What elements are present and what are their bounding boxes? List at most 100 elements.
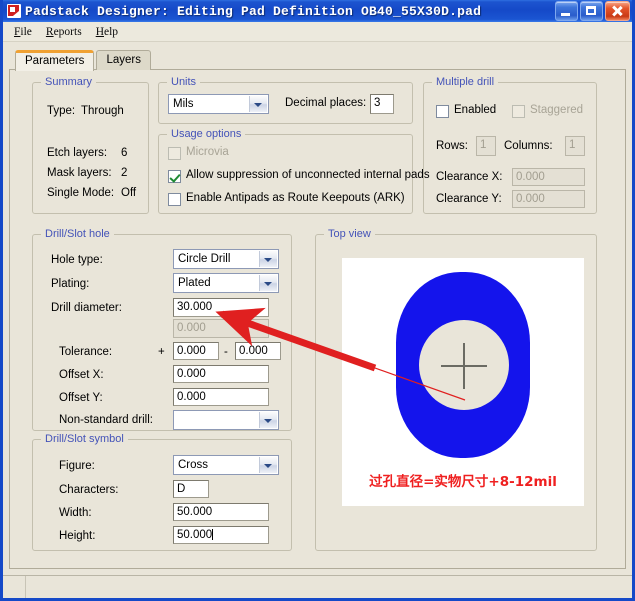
drill-slot-hole-group: Drill/Slot hole Hole type: Circle Drill … — [32, 234, 292, 431]
offset-x-label: Offset X: — [59, 369, 104, 381]
non-standard-drill-label: Non-standard drill: — [59, 414, 153, 426]
menu-help[interactable]: Help — [90, 25, 126, 39]
enable-antipads-label[interactable]: Enable Antipads as Route Keepouts (ARK) — [186, 192, 405, 204]
characters-input[interactable]: D — [173, 480, 209, 498]
summary-single-mode-value: Off — [121, 187, 136, 199]
figure-label: Figure: — [59, 460, 95, 472]
allow-suppression-label[interactable]: Allow suppression of unconnected interna… — [186, 169, 430, 181]
multiple-drill-enabled-checkbox[interactable] — [436, 105, 449, 118]
minimize-button[interactable] — [555, 1, 578, 21]
rows-label: Rows: — [436, 140, 468, 152]
enable-antipads-checkbox[interactable] — [168, 193, 181, 206]
decimal-places-label: Decimal places: — [285, 97, 366, 109]
height-input[interactable]: 50.000 — [173, 526, 269, 544]
crosshair-horizontal — [441, 365, 487, 367]
maximize-button[interactable] — [580, 1, 603, 21]
tolerance-plus-input[interactable]: 0.000 — [173, 342, 219, 360]
offset-y-input[interactable]: 0.000 — [173, 388, 269, 406]
tab-strip: Parameters Layers — [9, 49, 626, 70]
tab-parameters[interactable]: Parameters — [15, 50, 94, 71]
staggered-checkbox — [512, 105, 525, 118]
chevron-down-icon — [259, 457, 277, 473]
clearance-x-label: Clearance X: — [436, 171, 502, 183]
tolerance-minus-input[interactable]: 0.000 — [235, 342, 281, 360]
drill-diameter-input[interactable]: 30.000 — [173, 298, 269, 317]
plating-label: Plating: — [51, 278, 89, 290]
drill-slot-hole-legend: Drill/Slot hole — [41, 228, 114, 240]
drill-diameter-secondary-input: 0.000 — [173, 319, 269, 338]
top-view-annotation: 过孔直径=实物尺寸+8-12mil — [342, 470, 584, 490]
menu-file[interactable]: File — [8, 25, 40, 39]
clearance-y-label: Clearance Y: — [436, 193, 502, 205]
summary-mask-value: 2 — [121, 167, 127, 179]
chevron-down-icon — [259, 275, 277, 291]
minimize-icon — [556, 2, 577, 20]
hole-type-select[interactable]: Circle Drill — [173, 249, 279, 269]
units-legend: Units — [167, 76, 200, 88]
top-view-canvas[interactable]: 过孔直径=实物尺寸+8-12mil — [342, 258, 584, 506]
hole-type-label: Hole type: — [51, 254, 103, 266]
units-group: Units Mils Decimal places: 3 — [158, 82, 413, 124]
padstack-designer-window: Padstack Designer: Editing Pad Definitio… — [0, 0, 635, 601]
status-bar — [3, 575, 632, 598]
plating-value: Plated — [178, 277, 211, 289]
characters-label: Characters: — [59, 484, 118, 496]
width-label: Width: — [59, 507, 92, 519]
hole-type-value: Circle Drill — [178, 253, 230, 265]
figure-select[interactable]: Cross — [173, 455, 279, 475]
app-icon — [7, 4, 21, 18]
decimal-places-input[interactable]: 3 — [370, 94, 394, 114]
status-bar-cell — [3, 576, 26, 598]
usage-options-group: Usage options Microvia Allow suppression… — [158, 134, 413, 214]
summary-mask-label: Mask layers: — [47, 167, 112, 179]
tolerance-label: Tolerance: — [59, 346, 112, 358]
summary-single-mode-label: Single Mode: — [47, 187, 114, 199]
multiple-drill-group: Multiple drill Enabled Staggered Rows: 1… — [423, 82, 597, 214]
drill-slot-symbol-legend: Drill/Slot symbol — [41, 433, 128, 445]
top-view-legend: Top view — [324, 228, 375, 240]
offset-y-label: Offset Y: — [59, 392, 103, 404]
figure-value: Cross — [178, 459, 208, 471]
height-label: Height: — [59, 530, 95, 542]
columns-input: 1 — [565, 136, 585, 156]
window-title: Padstack Designer: Editing Pad Definitio… — [25, 4, 555, 19]
chevron-down-icon — [249, 96, 267, 112]
menu-help-mnemonic: H — [96, 26, 104, 38]
drill-diameter-label: Drill diameter: — [51, 302, 122, 314]
units-select[interactable]: Mils — [168, 94, 269, 114]
offset-x-input[interactable]: 0.000 — [173, 365, 269, 383]
client-area: Parameters Layers Summary Type: Through … — [3, 42, 632, 575]
width-input[interactable]: 50.000 — [173, 503, 269, 521]
menu-reports-mnemonic: R — [46, 26, 54, 38]
clearance-y-input: 0.000 — [512, 190, 585, 208]
allow-suppression-checkbox[interactable] — [168, 170, 181, 183]
tolerance-plus-sign: + — [158, 346, 165, 358]
clearance-x-input: 0.000 — [512, 168, 585, 186]
plating-select[interactable]: Plated — [173, 273, 279, 293]
menu-reports[interactable]: Reports — [40, 25, 90, 39]
title-bar: Padstack Designer: Editing Pad Definitio… — [3, 0, 632, 22]
units-select-value: Mils — [173, 98, 193, 110]
summary-type-value: Through — [81, 105, 124, 117]
summary-legend: Summary — [41, 76, 96, 88]
chevron-down-icon — [259, 251, 277, 267]
microvia-checkbox — [168, 147, 181, 160]
chevron-down-icon — [259, 412, 277, 428]
close-button[interactable] — [605, 1, 630, 21]
tolerance-separator: - — [224, 346, 228, 358]
tab-layers[interactable]: Layers — [96, 50, 151, 70]
multiple-drill-enabled-label[interactable]: Enabled — [454, 104, 496, 116]
microvia-label: Microvia — [186, 146, 229, 158]
summary-etch-label: Etch layers: — [47, 147, 107, 159]
close-icon — [606, 2, 629, 20]
maximize-icon — [581, 2, 602, 20]
menu-bar: File Reports Help — [3, 22, 632, 42]
staggered-label: Staggered — [530, 104, 583, 116]
columns-label: Columns: — [504, 140, 553, 152]
multiple-drill-legend: Multiple drill — [432, 76, 498, 88]
menu-file-rest: ile — [20, 26, 32, 38]
non-standard-drill-select[interactable] — [173, 410, 279, 430]
top-view-group: Top view 过孔直径=实物尺寸+8-12mil — [315, 234, 597, 551]
window-controls — [555, 1, 630, 21]
summary-type-label: Type: — [47, 105, 75, 117]
